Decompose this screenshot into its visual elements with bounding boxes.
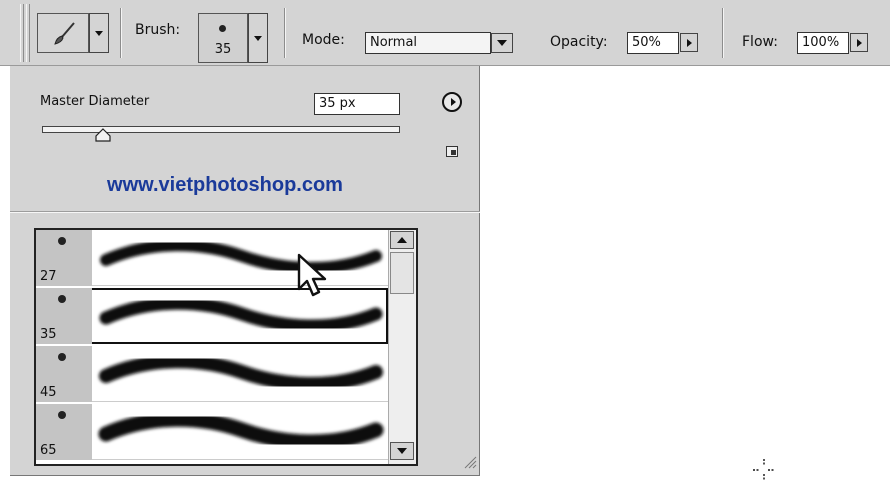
mode-label: Mode: [302,32,345,48]
arrow-up-icon [397,237,407,243]
chevron-down-icon [254,35,262,41]
brush-preview[interactable]: 35 [198,13,248,63]
flow-slider-button[interactable] [850,33,868,52]
stroke-preview [100,239,382,274]
separator [284,8,286,58]
brush-label: Brush: [135,22,181,38]
brush-tool-icon [50,20,78,52]
brush-size-label: 65 [40,443,57,458]
brush-size-text: 35 [214,42,232,57]
brush-picker-dropdown[interactable] [248,13,268,63]
chevron-down-icon [95,30,103,36]
brush-tip-thumbnail: 27 [36,230,92,286]
tool-preset-dropdown[interactable] [89,13,109,53]
scrollbar-thumb[interactable] [390,252,414,294]
separator [120,8,122,58]
opacity-input[interactable]: 50% [627,32,679,54]
opacity-slider-button[interactable] [680,33,698,52]
scroll-up-button[interactable] [390,231,414,249]
brush-tip-thumbnail: 35 [36,288,92,344]
brush-tip-thumbnail: 45 [36,346,92,402]
stroke-preview [99,354,383,391]
watermark-text: www.vietphotoshop.com [107,174,343,196]
mode-dropdown-button[interactable] [491,33,513,53]
panel-menu-button[interactable] [442,92,462,112]
chevron-down-icon [497,40,507,46]
resize-grip-icon[interactable] [463,455,477,473]
brush-tip-icon [58,353,66,361]
triangle-right-icon [856,38,862,47]
triangle-right-icon [686,38,692,47]
tool-preset-picker[interactable] [37,13,89,53]
brush-tip-thumbnail: 65 [36,404,92,460]
master-diameter-input[interactable]: 35 px [314,93,400,115]
brush-preset-list[interactable]: 27 35 45 65 [34,228,418,466]
vertical-scrollbar[interactable] [388,230,416,464]
options-bar: Brush: 35 Mode: Normal Opacity: 50% Flow… [0,0,890,66]
options-bar-grip-2[interactable] [26,4,30,62]
mode-select[interactable]: Normal [365,32,491,54]
brush-tip-icon [219,25,226,32]
flow-label: Flow: [742,34,778,50]
opacity-label: Opacity: [550,34,608,50]
brush-tip-icon [58,295,66,303]
crosshair-cursor-icon [752,458,776,482]
divider [10,211,480,213]
brush-tip-icon [58,237,66,245]
stroke-preview [99,296,383,333]
scroll-down-button[interactable] [390,442,414,460]
master-diameter-label: Master Diameter [40,94,150,109]
brush-preset-row[interactable]: 35 [36,288,388,344]
brush-preset-row[interactable]: 27 [36,230,388,286]
brush-tip-icon [58,411,66,419]
options-bar-grip[interactable] [20,4,24,62]
new-preset-icon[interactable] [446,146,458,157]
separator [722,8,724,58]
brush-size-label: 45 [40,385,57,400]
brush-size-label: 35 [40,327,57,342]
slider-thumb[interactable] [95,128,111,146]
brush-preset-row[interactable]: 65 [36,404,388,460]
brush-size-label: 27 [40,269,57,284]
flow-input[interactable]: 100% [797,32,849,54]
mouse-pointer-icon [296,252,332,304]
arrow-right-icon [450,98,456,106]
stroke-preview [98,411,384,450]
arrow-down-icon [397,448,407,454]
brush-preset-row[interactable]: 45 [36,346,388,402]
brush-preset-panel: Master Diameter 35 px www.vietphotoshop.… [10,66,480,476]
